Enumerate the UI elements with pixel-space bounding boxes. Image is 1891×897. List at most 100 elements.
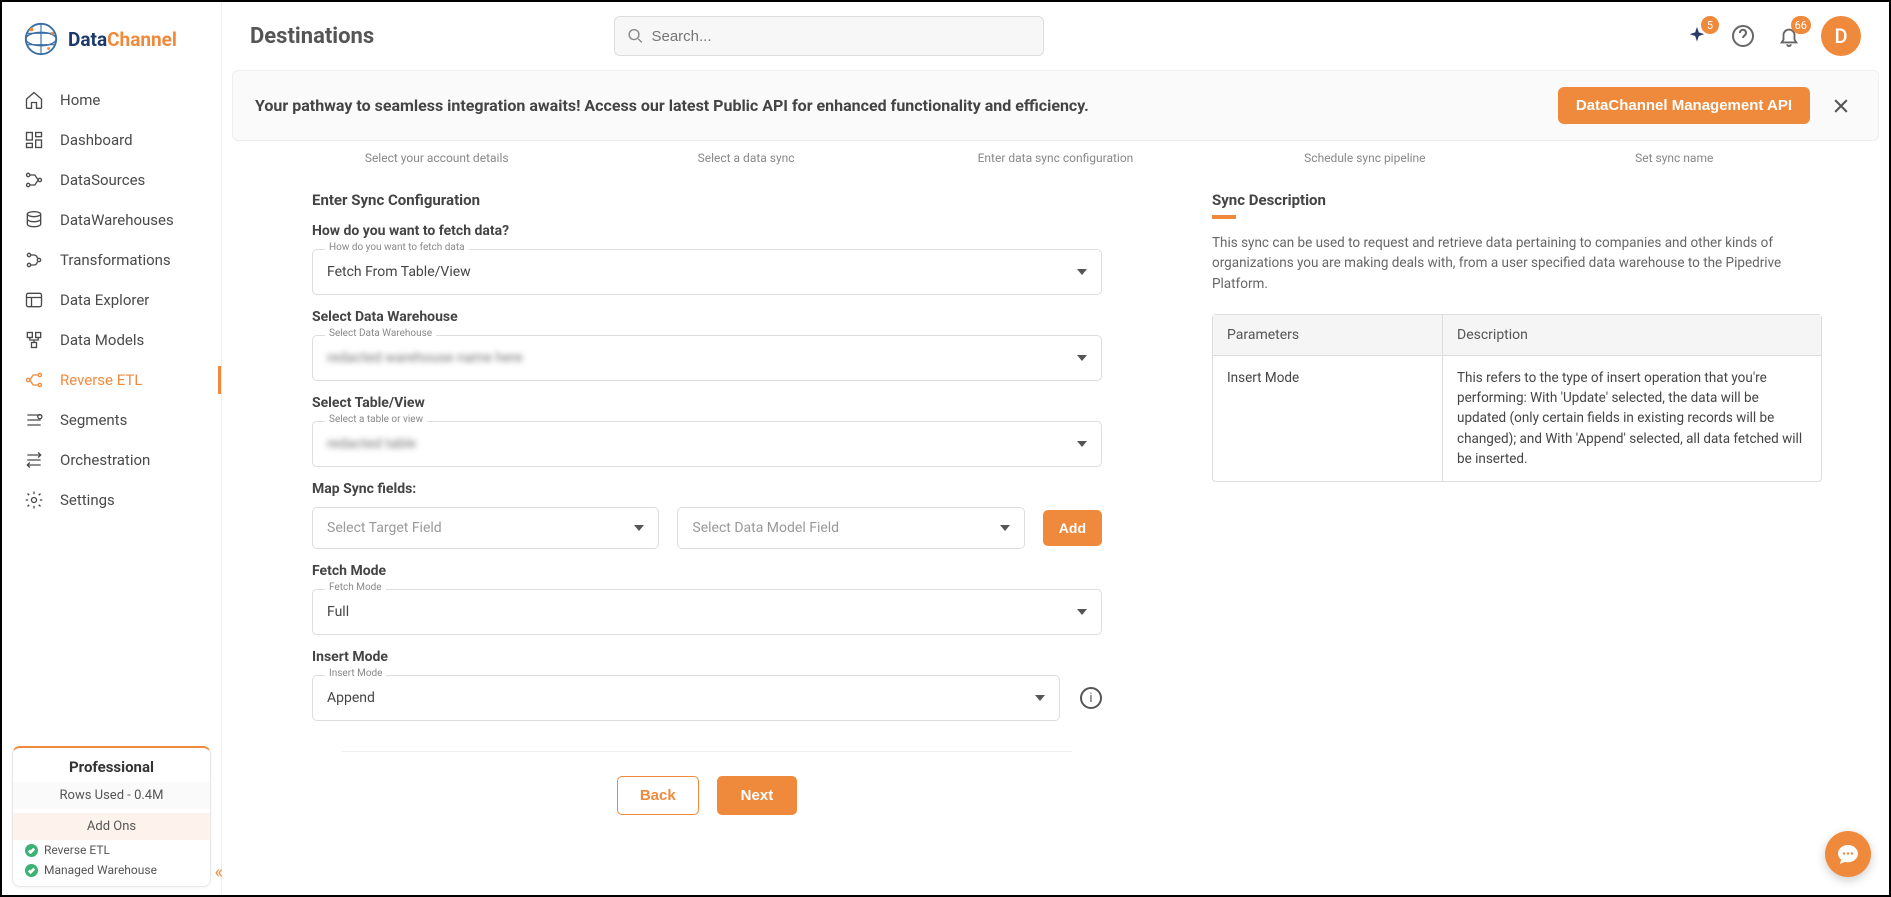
step: Select a data sync xyxy=(666,151,826,165)
nav-transformations[interactable]: Transformations xyxy=(2,240,221,280)
sparkle-badge: 5 xyxy=(1701,16,1719,34)
plan-rows: Rows Used - 0.4M xyxy=(13,782,210,809)
float-label: Fetch Mode xyxy=(325,582,386,593)
model-field-select[interactable]: Select Data Model Field xyxy=(677,507,1024,549)
brand-logo[interactable]: DataChannel xyxy=(2,20,221,76)
help-icon xyxy=(1731,24,1755,48)
insertmode-label: Insert Mode xyxy=(312,649,1102,665)
chevron-down-icon xyxy=(1000,525,1010,531)
nav-dashboard[interactable]: Dashboard xyxy=(2,120,221,160)
chat-fab-button[interactable] xyxy=(1825,831,1871,877)
table-header: Parameters Description xyxy=(1213,315,1821,355)
check-icon xyxy=(25,864,38,877)
nav-datasources[interactable]: DataSources xyxy=(2,160,221,200)
table-row: Insert Mode This refers to the type of i… xyxy=(1213,355,1821,481)
dw-label: Select Data Warehouse xyxy=(312,309,1102,325)
transform-icon xyxy=(24,250,44,270)
description-column: Sync Description This sync can be used t… xyxy=(1212,191,1822,865)
th-parameters: Parameters xyxy=(1213,315,1443,355)
nav-reverseetl[interactable]: Reverse ETL xyxy=(2,360,221,400)
nav-label: Dashboard xyxy=(60,131,133,149)
divider xyxy=(342,751,1072,752)
insert-row: Insert Mode Append i xyxy=(312,675,1102,721)
select-value: Full xyxy=(327,604,1077,620)
chevron-down-icon xyxy=(1077,441,1087,447)
fetch-mode-select[interactable]: Fetch Mode Full xyxy=(312,589,1102,635)
param-table: Parameters Description Insert Mode This … xyxy=(1212,314,1822,482)
addons-header: Add Ons xyxy=(13,813,210,840)
nav-orchestration[interactable]: Orchestration xyxy=(2,440,221,480)
chevron-down-icon xyxy=(1077,269,1087,275)
nav-segments[interactable]: Segments xyxy=(2,400,221,440)
table-select[interactable]: Select a table or view redacted table xyxy=(312,421,1102,467)
nav-datawarehouses[interactable]: DataWarehouses xyxy=(2,200,221,240)
nav-label: Settings xyxy=(60,491,115,509)
chevron-down-icon xyxy=(1077,355,1087,361)
check-icon xyxy=(25,844,38,857)
api-banner: Your pathway to seamless integration awa… xyxy=(232,70,1879,141)
nav-datamodels[interactable]: Data Models xyxy=(2,320,221,360)
page-title: Destinations xyxy=(250,24,374,49)
nav: Home Dashboard DataSources DataWarehouse… xyxy=(2,76,221,746)
next-button[interactable]: Next xyxy=(717,776,798,815)
help-button[interactable] xyxy=(1729,22,1757,50)
sidebar: DataChannel Home Dashboard DataSources D… xyxy=(2,2,222,895)
sparkle-button[interactable]: 5 xyxy=(1683,22,1711,50)
avatar[interactable]: D xyxy=(1821,16,1861,56)
float-label: How do you want to fetch data xyxy=(325,242,469,253)
step: Enter data sync configuration xyxy=(975,151,1135,165)
plan-name: Professional xyxy=(13,758,210,782)
plan-card: Professional Rows Used - 0.4M Add Ons Re… xyxy=(12,746,211,887)
nav-settings[interactable]: Settings xyxy=(2,480,221,520)
nav-label: Data Models xyxy=(60,331,144,349)
insert-mode-select[interactable]: Insert Mode Append xyxy=(312,675,1060,721)
select-value: Append xyxy=(327,690,1035,706)
fetch-method-select[interactable]: How do you want to fetch data Fetch From… xyxy=(312,249,1102,295)
step-nav: Back Next xyxy=(312,776,1102,815)
nav-home[interactable]: Home xyxy=(2,80,221,120)
desc-text: This sync can be used to request and ret… xyxy=(1212,233,1822,294)
datasource-icon xyxy=(24,170,44,190)
form-column: Enter Sync Configuration How do you want… xyxy=(312,191,1102,865)
float-label: Select a table or view xyxy=(325,414,427,425)
topbar: Destinations 5 66 D xyxy=(222,2,1889,70)
banner-cta-button[interactable]: DataChannel Management API xyxy=(1558,87,1810,124)
float-label: Select Data Warehouse xyxy=(325,328,436,339)
nav-label: Transformations xyxy=(60,251,171,269)
nav-label: Home xyxy=(60,91,100,109)
notifications-button[interactable]: 66 xyxy=(1775,22,1803,50)
nav-label: Orchestration xyxy=(60,451,150,469)
target-field-select[interactable]: Select Target Field xyxy=(312,507,659,549)
map-row: Select Target Field Select Data Model Fi… xyxy=(312,507,1102,549)
search-input[interactable] xyxy=(651,28,1030,45)
chevron-down-icon xyxy=(1035,695,1045,701)
warehouse-icon xyxy=(24,210,44,230)
chat-icon xyxy=(1836,842,1860,866)
add-mapping-button[interactable]: Add xyxy=(1043,510,1102,546)
info-icon[interactable]: i xyxy=(1080,687,1102,709)
addon-item: Managed Warehouse xyxy=(13,860,210,880)
table-label: Select Table/View xyxy=(312,395,1102,411)
bell-badge: 66 xyxy=(1791,16,1811,34)
chevron-down-icon xyxy=(1077,609,1087,615)
nav-dataexplorer[interactable]: Data Explorer xyxy=(2,280,221,320)
search-box[interactable] xyxy=(614,16,1044,56)
main: Destinations 5 66 D Yo xyxy=(222,2,1889,895)
models-icon xyxy=(24,330,44,350)
gear-icon xyxy=(24,490,44,510)
data-warehouse-select[interactable]: Select Data Warehouse redacted warehouse… xyxy=(312,335,1102,381)
reverseetl-icon xyxy=(24,370,44,390)
home-icon xyxy=(24,90,44,110)
desc-title: Sync Description xyxy=(1212,191,1822,209)
th-description: Description xyxy=(1443,315,1821,355)
sidebar-collapse-button[interactable]: « xyxy=(215,862,223,883)
search-icon xyxy=(627,27,644,45)
back-button[interactable]: Back xyxy=(617,776,699,815)
banner-close-button[interactable] xyxy=(1826,91,1856,121)
td-description: This refers to the type of insert operat… xyxy=(1443,356,1821,481)
chevron-down-icon xyxy=(634,525,644,531)
orchestration-icon xyxy=(24,450,44,470)
nav-label: Segments xyxy=(60,411,127,429)
select-placeholder: Select Data Model Field xyxy=(692,520,999,536)
map-label: Map Sync fields: xyxy=(312,481,1102,497)
